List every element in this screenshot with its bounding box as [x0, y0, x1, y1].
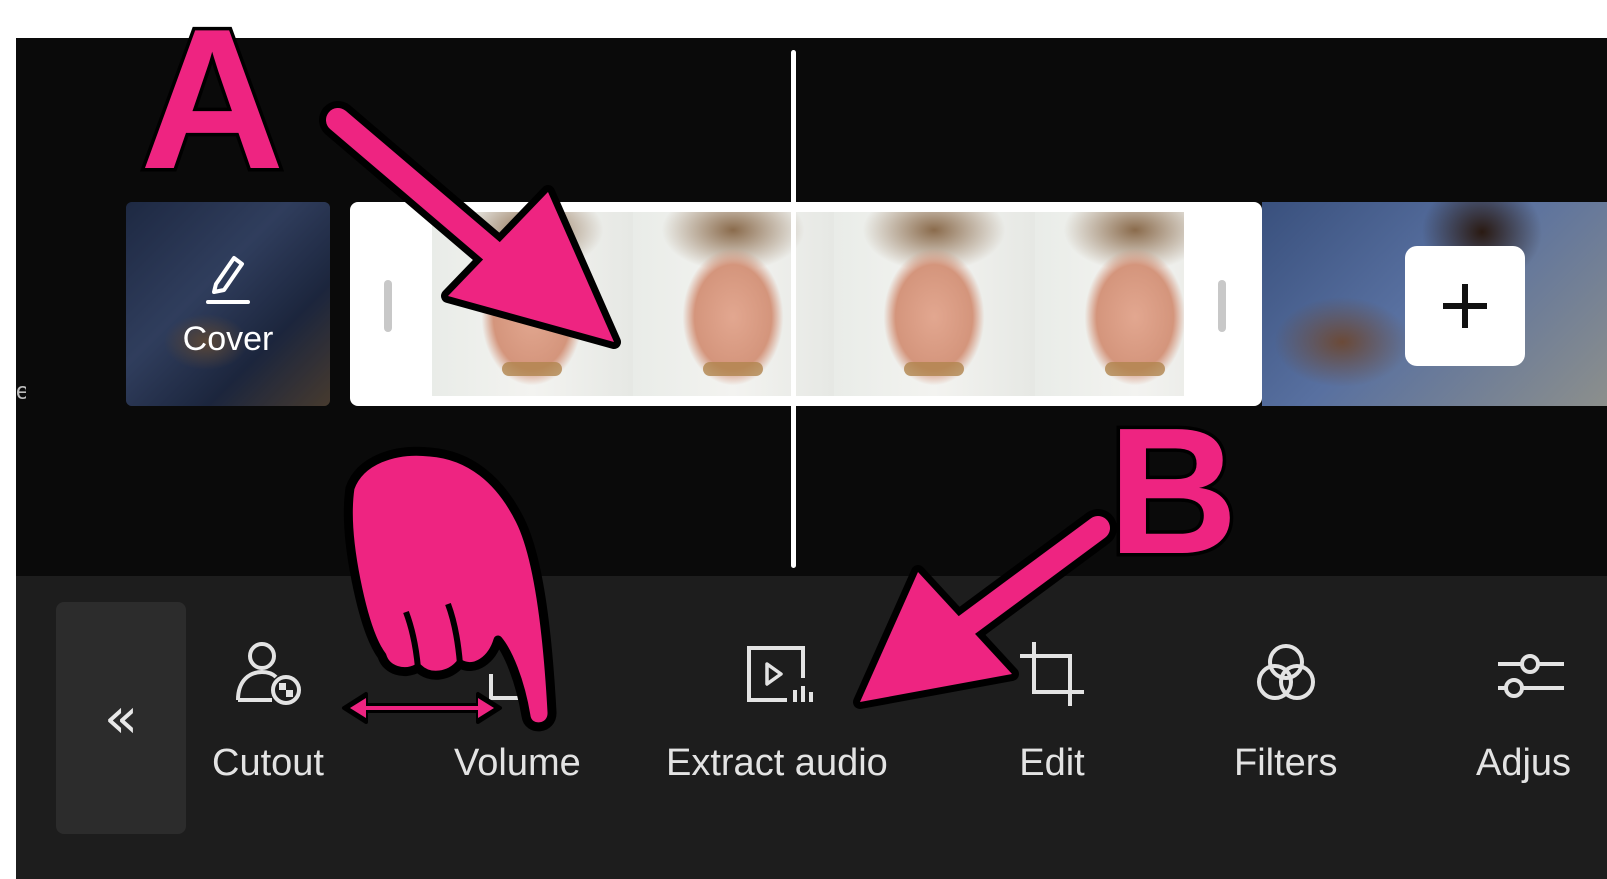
edit-label: Edit: [1019, 742, 1085, 784]
clip-frames: [432, 212, 1184, 396]
crop-icon: [1020, 642, 1084, 706]
add-clip-button[interactable]: [1405, 246, 1525, 366]
extract-audio-label: Extract audio: [666, 742, 888, 784]
pencil-icon: [206, 256, 250, 304]
clip-frame-thumbnail: [1035, 212, 1184, 396]
edit-tool-button[interactable]: Edit: [1012, 634, 1092, 785]
double-chevron-left-icon: «: [103, 685, 139, 751]
adjust-sliders-icon: [1497, 654, 1564, 698]
extract-audio-tool-button[interactable]: Extract audio: [666, 634, 888, 785]
video-editor-app: e Cover « Cutout Volume Extract audio Ed…: [16, 38, 1607, 879]
collapse-toolbar-button[interactable]: «: [56, 602, 186, 834]
clip-frame-thumbnail: [432, 212, 633, 396]
filters-icon: [1256, 644, 1315, 700]
cutout-tool-button[interactable]: Cutout: [212, 634, 324, 785]
volume-label: Volume: [454, 742, 581, 784]
volume-tool-button[interactable]: Volume: [454, 634, 581, 785]
cover-label: Cover: [182, 320, 274, 358]
adjust-label: Adjus: [1476, 742, 1572, 784]
cover-thumbnail[interactable]: Cover: [126, 202, 330, 406]
clip-right-trim-handle[interactable]: [1218, 280, 1226, 332]
plus-icon: [1443, 284, 1487, 328]
selected-clip[interactable]: [350, 202, 1262, 406]
extract-audio-icon: [746, 646, 813, 702]
filters-tool-button[interactable]: Filters: [1234, 634, 1337, 785]
cutout-label: Cutout: [212, 742, 324, 784]
volume-icon: [489, 656, 554, 700]
filters-label: Filters: [1234, 742, 1338, 784]
clip-left-trim-handle[interactable]: [384, 280, 392, 332]
clip-frame-thumbnail: [633, 212, 834, 396]
adjust-tool-button[interactable]: Adjus: [1476, 634, 1571, 785]
clip-frame-thumbnail: [834, 212, 1035, 396]
cutout-icon: [235, 642, 301, 705]
bottom-toolbar: « Cutout Volume Extract audio Edit Filte…: [16, 576, 1607, 879]
edge-partial-text: e: [16, 378, 26, 405]
playhead[interactable]: [791, 50, 796, 568]
